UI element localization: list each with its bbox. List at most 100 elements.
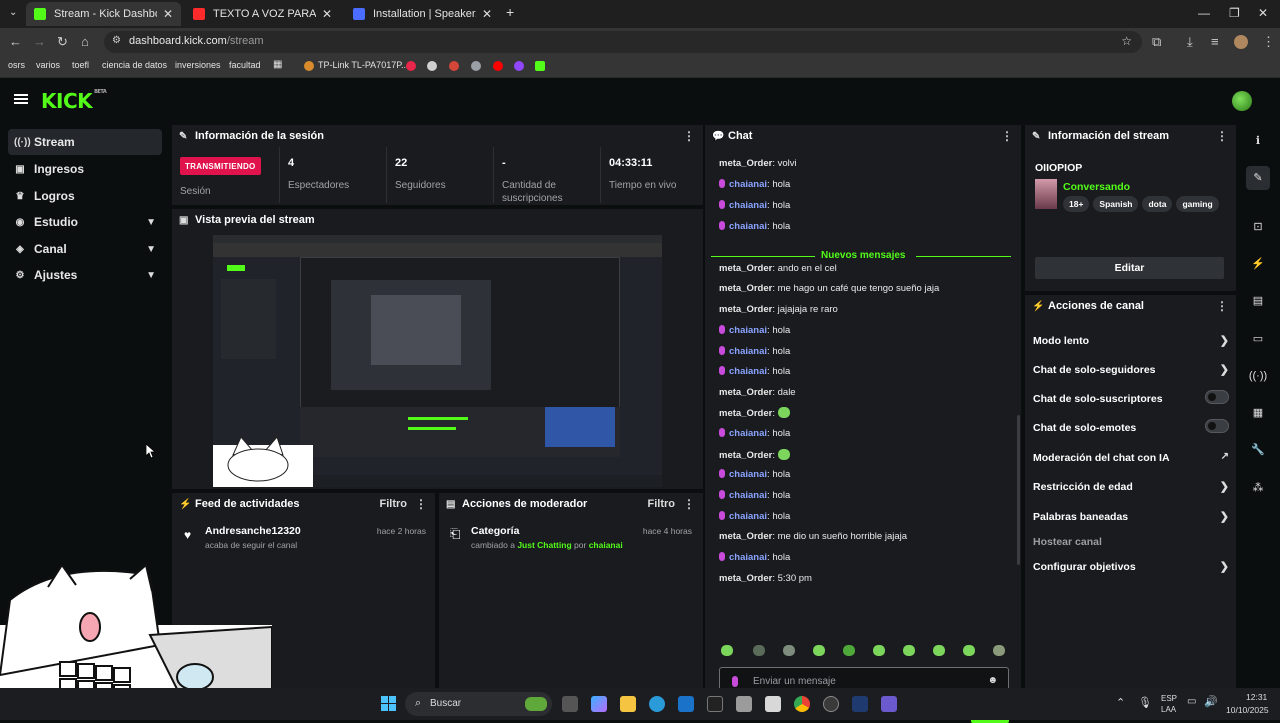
tray-expand-icon[interactable]: ⌃ [1116, 696, 1125, 709]
bookmark-osrs[interactable]: osrs [8, 60, 25, 70]
wrench-rail-icon[interactable]: 🔧 [1246, 438, 1270, 462]
chat-username[interactable]: meta_Order [719, 283, 772, 294]
forward-icon[interactable]: → [33, 34, 46, 49]
more-options-icon[interactable]: ⋮ [683, 497, 695, 511]
back-icon[interactable]: ← [9, 34, 22, 49]
apps-grid-icon[interactable]: ▦ [273, 59, 282, 70]
chat-username[interactable]: chaianai [729, 469, 767, 480]
gmail-icon[interactable] [449, 61, 459, 71]
obs-icon[interactable] [823, 696, 839, 712]
tab-kick-dashboard[interactable]: Stream - Kick Dashboard ✕ [26, 2, 181, 26]
microphone-icon[interactable]: 🎙 [1138, 696, 1152, 709]
bookmark-tplink[interactable]: TP-Link TL-PA7017P... [318, 60, 409, 70]
chat-rail-icon[interactable]: ▭ [1246, 327, 1270, 351]
chrome-icon[interactable] [794, 696, 810, 712]
streamer-app-icon[interactable] [881, 696, 897, 712]
emote-icon[interactable] [993, 645, 1005, 656]
sidebar-item-stream[interactable]: ((·)) Stream [8, 129, 162, 155]
stream-video-preview[interactable] [213, 235, 662, 487]
emote-icon[interactable] [813, 645, 825, 656]
chat-username[interactable]: meta_Order [719, 263, 772, 274]
chat-username[interactable]: chaianai [729, 490, 767, 501]
user-avatar[interactable] [1232, 91, 1252, 111]
info-icon[interactable]: ℹ [1246, 129, 1270, 153]
emote-icon[interactable] [843, 645, 855, 656]
chat-username[interactable]: chaianai [729, 346, 767, 357]
layout-rail-icon[interactable]: ▦ [1246, 401, 1270, 425]
bookmark-toefl[interactable]: toefl [72, 60, 89, 70]
terminal-icon[interactable] [707, 696, 723, 712]
chat-username[interactable]: meta_Order [719, 573, 772, 584]
feed-filter-button[interactable]: Filtro [380, 498, 408, 510]
sidebar-item-ingresos[interactable]: ▣ Ingresos [8, 156, 162, 182]
twitch-icon[interactable] [514, 61, 524, 71]
bookmark-icon-2[interactable] [427, 61, 437, 71]
bookmark-facultad[interactable]: facultad [229, 60, 261, 70]
ai-moderation-action[interactable]: Moderación del chat con IA ↗ [1033, 451, 1229, 464]
stream-category[interactable]: Conversando [1063, 181, 1130, 193]
kick-icon[interactable] [535, 61, 545, 71]
close-tab-icon[interactable]: ✕ [163, 7, 173, 21]
chat-username[interactable]: chaianai [729, 552, 767, 563]
emote-icon[interactable] [933, 645, 945, 656]
new-tab-icon[interactable]: + [506, 4, 514, 20]
file-explorer-icon[interactable] [620, 696, 636, 712]
host-channel-action[interactable]: Hostear canal [1033, 536, 1229, 548]
followers-only-action[interactable]: Chat de solo-seguidores ❯ [1033, 364, 1229, 376]
bookmark-icon-1[interactable] [406, 61, 416, 71]
subscribers-only-toggle[interactable] [1205, 390, 1229, 404]
edge-icon[interactable] [649, 696, 665, 712]
mod-action-user[interactable]: chaianai [589, 540, 623, 550]
close-tab-icon[interactable]: ✕ [482, 7, 492, 21]
menu-icon[interactable] [14, 94, 28, 104]
reload-icon[interactable]: ↻ [57, 34, 68, 50]
app-icon[interactable] [765, 696, 781, 712]
chat-username[interactable]: chaianai [729, 325, 767, 336]
chat-username[interactable]: chaianai [729, 200, 767, 211]
emote-icon[interactable] [903, 645, 915, 656]
more-options-icon[interactable]: ⋮ [415, 497, 427, 511]
download-icon[interactable]: ⤓ [1187, 34, 1193, 50]
youtube-icon[interactable] [493, 61, 503, 71]
emote-icon[interactable] [753, 645, 765, 656]
bookmark-icon-3[interactable] [471, 61, 481, 71]
more-options-icon[interactable]: ⋮ [1216, 299, 1228, 313]
clock-date[interactable]: 10/10/2025 [1226, 705, 1269, 715]
feed-user[interactable]: Andresanche12320 [205, 525, 301, 537]
edit-rail-icon[interactable]: ✎ [1246, 166, 1270, 190]
chat-username[interactable]: meta_Order [719, 387, 772, 398]
emotes-only-toggle[interactable] [1205, 419, 1229, 433]
close-tab-icon[interactable]: ✕ [322, 7, 332, 21]
mod-filter-button[interactable]: Filtro [648, 498, 676, 510]
sidebar-item-logros[interactable]: ♛ Logros [8, 183, 162, 209]
bookmark-inversiones[interactable]: inversiones [175, 60, 221, 70]
url-input[interactable]: ⚙ dashboard.kick.com/stream ☆ [104, 31, 1142, 53]
minimize-icon[interactable]: — [1198, 6, 1210, 20]
emote-icon[interactable] [783, 645, 795, 656]
sidebar-item-estudio[interactable]: ◉ Estudio ▼ [8, 209, 162, 235]
chat-username[interactable]: chaianai [729, 428, 767, 439]
windows-start-icon[interactable] [381, 696, 397, 712]
store-icon[interactable] [736, 696, 752, 712]
bookmark-ciencia-de-datos[interactable]: ciencia de datos [102, 60, 167, 70]
more-options-icon[interactable]: ⋮ [1216, 129, 1228, 143]
chat-username[interactable]: meta_Order [719, 158, 772, 169]
edit-stream-button[interactable]: Editar [1035, 257, 1224, 279]
profile-avatar[interactable] [1234, 35, 1248, 49]
chat-username[interactable]: chaianai [729, 511, 767, 522]
preview-rail-icon[interactable]: ⊡ [1246, 215, 1270, 239]
banned-words-action[interactable]: Palabras baneadas ❯ [1033, 511, 1229, 523]
sidebar-item-ajustes[interactable]: ⚙ Ajustes ▼ [8, 262, 162, 288]
close-window-icon[interactable]: ✕ [1258, 6, 1268, 20]
network-icon[interactable]: ▭ [1187, 696, 1196, 707]
slow-mode-action[interactable]: Modo lento ❯ [1033, 335, 1229, 347]
site-info-icon[interactable]: ⚙ [112, 35, 121, 46]
clock-time[interactable]: 12:31 [1246, 692, 1267, 702]
emote-icon[interactable] [963, 645, 975, 656]
mod-action-category[interactable]: Just Chatting [517, 540, 571, 550]
chat-username[interactable]: chaianai [729, 179, 767, 190]
taskbar-search[interactable]: ⌕ Buscar [405, 692, 552, 716]
broadcast-rail-icon[interactable]: ((·)) [1246, 364, 1270, 388]
kick-logo[interactable]: KICK BETA [41, 89, 107, 113]
volume-icon[interactable]: 🔊 [1204, 695, 1218, 708]
